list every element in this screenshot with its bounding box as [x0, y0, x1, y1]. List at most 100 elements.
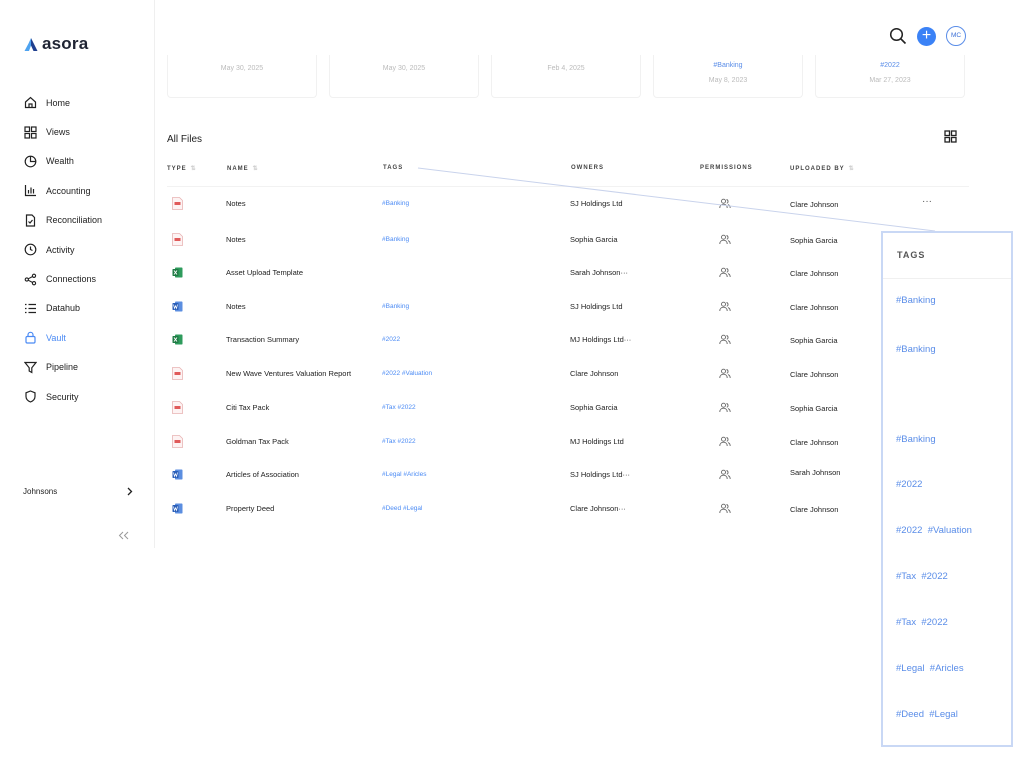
- file-name[interactable]: Asset Upload Template: [226, 262, 303, 284]
- table-row[interactable]: Notes #Banking SJ Holdings Ltd Clare Johnso…: [167, 193, 969, 215]
- file-name[interactable]: New Wave Ventures Valuation Report: [226, 363, 351, 385]
- sidebar-item-views[interactable]: Views: [24, 117, 102, 146]
- file-tags[interactable]: #2022: [382, 329, 400, 351]
- row-more-button[interactable]: ···: [922, 193, 932, 211]
- file-tags[interactable]: #Legal #Aricles: [382, 464, 426, 486]
- card-date: May 30, 2025: [382, 65, 426, 72]
- column-header-tags[interactable]: TAGS: [383, 165, 403, 171]
- file-name[interactable]: Articles of Association: [226, 464, 299, 486]
- sidebar-item-wealth[interactable]: Wealth: [24, 147, 102, 176]
- file-name[interactable]: Notes: [226, 296, 246, 318]
- table-row[interactable]: Property Deed #Deed #Legal Clare Johnson··…: [167, 498, 969, 520]
- table-row[interactable]: Asset Upload Template Sarah Johnson··· Cla…: [167, 262, 969, 284]
- file-tags[interactable]: #Tax #2022: [382, 431, 416, 453]
- search-icon[interactable]: [889, 27, 907, 45]
- recent-file-card[interactable]: May 30, 2025: [167, 55, 317, 98]
- file-tags[interactable]: #2022 #Valuation: [382, 363, 432, 385]
- zoom-tag: #Banking: [896, 344, 936, 355]
- sidebar-item-datahub[interactable]: Datahub: [24, 294, 102, 323]
- table-row[interactable]: Articles of Association #Legal #Aricles SJ…: [167, 464, 969, 486]
- sidebar-item-connections[interactable]: Connections: [24, 264, 102, 293]
- plus-icon: +: [921, 26, 932, 44]
- table-row[interactable]: Goldman Tax Pack #Tax #2022 MJ Holdings Lt…: [167, 431, 969, 453]
- table-row[interactable]: Citi Tax Pack #Tax #2022 Sophia Garcia Soph…: [167, 397, 969, 419]
- header-divider: [167, 186, 969, 187]
- file-tags[interactable]: #Banking: [382, 229, 409, 251]
- sidebar-item-label: Connections: [46, 274, 97, 285]
- excel-file-icon: [172, 334, 183, 345]
- column-header-name[interactable]: NAME ⇅: [227, 165, 258, 172]
- file-name[interactable]: Transaction Summary: [226, 329, 299, 351]
- sidebar-item-label: Accounting: [46, 185, 91, 196]
- users-icon[interactable]: [719, 301, 731, 312]
- file-tags[interactable]: #Banking: [382, 193, 409, 215]
- table-row[interactable]: Transaction Summary #2022 MJ Holdings Ltd·…: [167, 329, 969, 351]
- users-icon[interactable]: [719, 503, 731, 514]
- column-header-permissions[interactable]: PERMISSIONS: [700, 165, 753, 171]
- sidebar-item-label: Vault: [46, 332, 66, 343]
- shield-icon: [25, 390, 36, 403]
- sort-icon: ⇅: [252, 166, 258, 172]
- file-owner: SJ Holdings Ltd: [570, 199, 623, 208]
- file-uploader: Clare Johnson: [790, 438, 839, 447]
- zoom-tag: #Legal #Aricles: [896, 663, 964, 674]
- file-name[interactable]: Notes: [226, 193, 246, 215]
- file-name[interactable]: Property Deed: [226, 498, 274, 520]
- card-tag[interactable]: #2022: [816, 62, 964, 69]
- recent-file-card[interactable]: #2022 Mar 27, 2023: [815, 55, 965, 98]
- pdf-file-icon: [172, 435, 183, 448]
- pdf-file-icon: [172, 233, 183, 246]
- user-avatar[interactable]: MC: [946, 26, 966, 46]
- recent-file-card[interactable]: #Banking May 8, 2023: [653, 55, 803, 98]
- column-header-type[interactable]: TYPE ⇅: [167, 165, 196, 172]
- users-icon[interactable]: [719, 469, 731, 480]
- views-icon: [24, 125, 37, 139]
- file-name[interactable]: Goldman Tax Pack: [226, 431, 289, 453]
- file-uploader: Clare Johnson: [790, 370, 839, 379]
- pdf-file-icon: [172, 367, 183, 380]
- grid-view-icon[interactable]: [944, 130, 957, 143]
- sidebar-item-home[interactable]: Home: [24, 88, 102, 117]
- file-owner: Sophia Garcia: [570, 403, 618, 412]
- add-button[interactable]: +: [917, 26, 936, 46]
- sidebar-item-label: Views: [46, 127, 70, 138]
- table-row[interactable]: New Wave Ventures Valuation Report #2022 …: [167, 363, 969, 385]
- file-name[interactable]: Notes: [226, 229, 246, 251]
- file-name[interactable]: Citi Tax Pack: [226, 397, 269, 419]
- zoom-tag: #Tax #2022: [896, 617, 948, 628]
- users-icon[interactable]: [719, 402, 731, 413]
- file-owner: MJ Holdings Ltd···: [570, 335, 632, 344]
- sidebar-item-pipeline[interactable]: Pipeline: [24, 353, 102, 382]
- sidebar-item-reconciliation[interactable]: Reconciliation: [24, 206, 102, 235]
- column-header-owners[interactable]: OWNERS: [571, 165, 604, 171]
- file-tags[interactable]: #Deed #Legal: [382, 498, 422, 520]
- app-name: asora: [42, 34, 89, 53]
- users-icon[interactable]: [719, 198, 731, 209]
- sidebar-item-activity[interactable]: Activity: [24, 235, 102, 264]
- sidebar-item-security[interactable]: Security: [24, 382, 102, 411]
- sidebar-item-vault[interactable]: Vault: [24, 323, 102, 352]
- sidebar-nav: Home Views Wealth Accounting Reconciliation A…: [24, 88, 102, 411]
- table-row[interactable]: Notes #Banking Sophia Garcia Sophia Garcia: [167, 229, 969, 251]
- column-header-uploaded-by[interactable]: UPLOADED BY ⇅: [790, 165, 854, 172]
- workspace-switcher[interactable]: Johnsons: [23, 487, 133, 496]
- zoom-title: TAGS: [897, 250, 926, 260]
- lock-icon: [25, 332, 36, 344]
- sidebar-item-accounting[interactable]: Accounting: [24, 176, 102, 205]
- sort-icon: ⇅: [190, 166, 196, 172]
- card-tag[interactable]: #Banking: [654, 62, 802, 69]
- zoom-tag: #Tax #2022: [896, 571, 948, 582]
- collapse-sidebar-button[interactable]: [117, 528, 130, 543]
- users-icon[interactable]: [719, 368, 731, 379]
- double-chevron-left-icon: [118, 531, 129, 540]
- recent-file-card[interactable]: May 30, 2025: [329, 55, 479, 98]
- users-icon[interactable]: [719, 267, 731, 278]
- file-tags[interactable]: #Tax #2022: [382, 397, 416, 419]
- app-logo[interactable]: asora: [24, 34, 88, 54]
- users-icon[interactable]: [719, 436, 731, 447]
- table-row[interactable]: Notes #Banking SJ Holdings Ltd Clare Johnso…: [167, 296, 969, 318]
- recent-file-card[interactable]: Feb 4, 2025: [491, 55, 641, 98]
- file-tags[interactable]: #Banking: [382, 296, 409, 318]
- users-icon[interactable]: [719, 234, 731, 245]
- users-icon[interactable]: [719, 334, 731, 345]
